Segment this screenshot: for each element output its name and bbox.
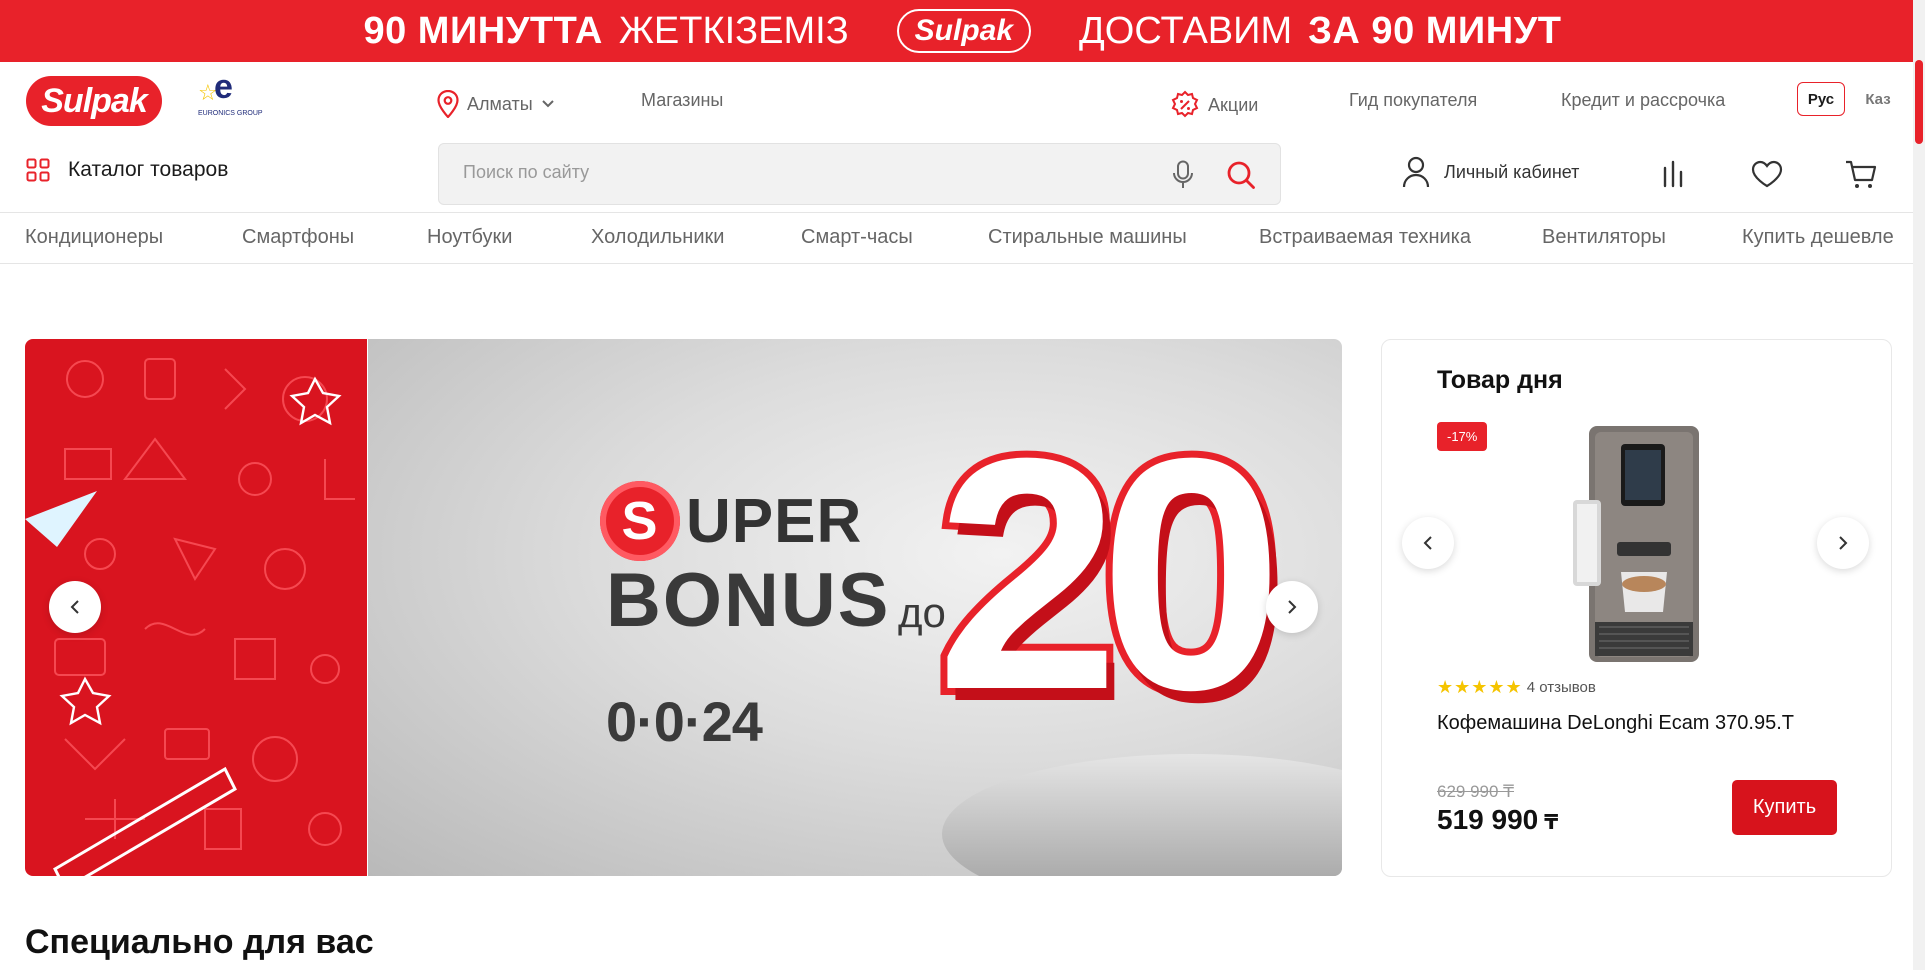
chevron-down-icon [541, 100, 554, 108]
stores-link[interactable]: Магазины [641, 90, 723, 111]
category-link[interactable]: Вентиляторы [1542, 226, 1666, 249]
search-icon[interactable] [1226, 160, 1256, 190]
product-rating: ★★★★★ 4 отзывов [1437, 677, 1596, 698]
location-pin-icon [437, 90, 459, 118]
chevron-left-icon [70, 600, 79, 614]
account-link[interactable]: Личный кабинет [1402, 156, 1579, 188]
lang-kz-button[interactable]: Каз [1858, 82, 1898, 116]
catalog-label: Каталог товаров [68, 158, 229, 181]
category-link[interactable]: Смартфоны [242, 226, 354, 249]
coffee-machine-image[interactable] [1569, 422, 1719, 668]
city-label: Алматы [467, 93, 533, 114]
banner-next-button[interactable] [1266, 581, 1318, 633]
microphone-icon[interactable] [1172, 160, 1194, 190]
banner-do-text: до [898, 589, 946, 636]
rating-stars-icon: ★★★★★ [1437, 677, 1523, 697]
banner-prev-button[interactable] [49, 581, 101, 633]
euronics-logo: ☆ e EURONICS GROUP [198, 68, 263, 117]
scrollbar-thumb[interactable] [1915, 60, 1923, 144]
product-name[interactable]: Кофемашина DeLonghi Ecam 370.95.T [1437, 712, 1794, 735]
buyer-guide-link[interactable]: Гид покупателя [1349, 90, 1477, 111]
super-s-badge: S [600, 481, 680, 561]
banner-timer-text: 0·0·24 [606, 690, 763, 753]
super-bonus-logo: S UPER [600, 481, 862, 561]
product-of-day-card: Товар дня -17% ★★★★★ 4 отзывов Кофемашин… [1381, 339, 1892, 877]
chevron-right-icon [1839, 536, 1848, 550]
product-next-button[interactable] [1817, 517, 1869, 569]
product-old-price: 629 990 ₸ [1437, 782, 1514, 801]
discount-badge: -17% [1437, 422, 1488, 451]
category-nav: Кондиционеры Смартфоны Ноутбуки Холодиль… [0, 212, 1925, 264]
lang-ru-button[interactable]: Рус [1797, 82, 1845, 116]
category-link[interactable]: Кондиционеры [25, 226, 163, 249]
sulpak-logo[interactable]: Sulpak [26, 76, 162, 126]
product-of-day-title: Товар дня [1437, 366, 1563, 394]
promo-text-left: ЖЕТКІЗЕМІЗ [618, 9, 849, 52]
reviews-count[interactable]: 4 отзывов [1527, 679, 1596, 696]
search-box [438, 143, 1281, 205]
chevron-right-icon [1288, 600, 1297, 614]
category-link[interactable]: Ноутбуки [427, 226, 512, 249]
euronics-label: EURONICS GROUP [198, 110, 263, 117]
promo-text-right-bold: ЗА 90 МИНУТ [1308, 9, 1562, 52]
chevron-left-icon [1423, 536, 1432, 550]
promo-text-left-bold: 90 МИНУТТА [363, 9, 603, 52]
category-link[interactable]: Холодильники [591, 226, 724, 249]
heart-icon[interactable] [1751, 160, 1783, 188]
account-label: Личный кабинет [1444, 161, 1580, 182]
promo-banner[interactable]: 90 МИНУТТА ЖЕТКІЗЕМІЗ Sulpak ДОСТАВИМ ЗА… [0, 0, 1925, 62]
user-icon [1402, 156, 1430, 188]
search-input[interactable] [463, 162, 1103, 183]
compare-icon[interactable] [1661, 160, 1685, 188]
category-link[interactable]: Встраиваемая техника [1259, 226, 1471, 249]
promotions-label: Акции [1208, 94, 1259, 115]
bonus-text: BONUS [606, 558, 891, 643]
promo-logo: Sulpak [896, 9, 1032, 53]
catalog-button[interactable]: Каталог товаров [26, 158, 228, 182]
buy-button[interactable]: Купить [1732, 780, 1837, 835]
promo-text-right: ДОСТАВИМ [1079, 9, 1293, 52]
header-top: Sulpak ☆ e EURONICS GROUP Алматы Магазин… [0, 62, 1925, 138]
product-price: 519 990 ₸ [1437, 804, 1558, 836]
super-text: UPER [686, 486, 863, 556]
product-price-value: 519 990 [1437, 804, 1539, 835]
category-link[interactable]: Смарт-часы [801, 226, 913, 249]
banner-slide-super-bonus[interactable]: 20 S UPER BONUS до 0·0·24 [368, 339, 1342, 876]
pedestal-shape [942, 754, 1342, 876]
page-scrollbar[interactable] [1913, 0, 1925, 970]
grid-icon [26, 158, 50, 182]
cart-icon[interactable] [1845, 160, 1877, 190]
header-toolbar: Каталог товаров Личный кабинет [0, 138, 1925, 212]
category-link[interactable]: Стиральные машины [988, 226, 1187, 249]
city-selector[interactable]: Алматы [437, 90, 555, 118]
credit-link[interactable]: Кредит и рассрочка [1561, 90, 1725, 111]
category-link[interactable]: Купить дешевле [1742, 226, 1894, 249]
product-prev-button[interactable] [1402, 517, 1454, 569]
discount-badge-icon [1171, 90, 1199, 118]
currency-sign: ₸ [1544, 812, 1559, 834]
promotions-link[interactable]: Акции [1170, 90, 1258, 120]
banner-big-number: 20 [929, 389, 1290, 758]
section-title-special: Специально для вас [25, 923, 374, 961]
